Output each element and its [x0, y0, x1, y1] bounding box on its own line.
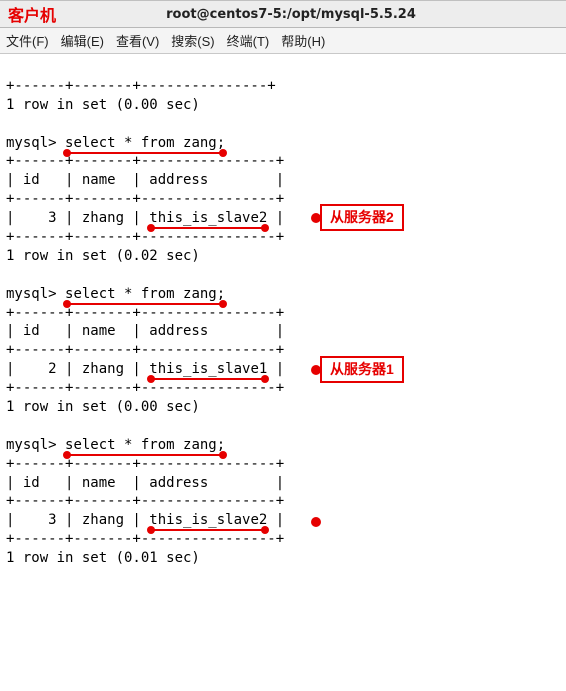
row-end: | — [267, 361, 284, 377]
address-cell: this_is_slave1 — [149, 361, 267, 380]
callout-slave1: 从服务器1 — [320, 356, 404, 383]
callout-pointer — [311, 365, 321, 375]
address-cell: this_is_slave2 — [149, 210, 267, 229]
window-titlebar: 客户机 root@centos7-5:/opt/mysql-5.5.24 — [0, 0, 566, 28]
row-separator: +------+-------+---------------+ — [6, 78, 276, 94]
table-header: | id | name | address | — [6, 475, 284, 491]
callout-slave2: 从服务器2 — [320, 204, 404, 231]
row-separator: +------+-------+----------------+ — [6, 191, 284, 207]
row-separator: +------+-------+----------------+ — [6, 380, 284, 396]
window-title: root@centos7-5:/opt/mysql-5.5.24 — [24, 7, 558, 22]
mysql-prompt: mysql> — [6, 135, 65, 151]
row-separator: +------+-------+----------------+ — [6, 342, 284, 358]
sql-query: select * from zang; — [65, 135, 225, 154]
table-row: | 2 | zhang | — [6, 361, 149, 377]
menu-file[interactable]: 文件(F) — [6, 31, 49, 50]
mysql-prompt: mysql> — [6, 437, 65, 453]
address-cell: this_is_slave2 — [149, 512, 267, 531]
sql-query: select * from zang; — [65, 286, 225, 305]
mysql-prompt: mysql> — [6, 286, 65, 302]
row-separator: +------+-------+----------------+ — [6, 456, 284, 472]
result-line: 1 row in set (0.00 sec) — [6, 399, 200, 415]
row-end: | — [267, 512, 284, 528]
menu-edit[interactable]: 编辑(E) — [61, 31, 104, 50]
menu-terminal[interactable]: 终端(T) — [227, 31, 270, 50]
terminal-output[interactable]: +------+-------+---------------+ 1 row i… — [0, 54, 566, 691]
result-line: 1 row in set (0.02 sec) — [6, 248, 200, 264]
menu-view[interactable]: 查看(V) — [116, 31, 159, 50]
table-header: | id | name | address | — [6, 323, 284, 339]
callout-pointer — [311, 517, 321, 527]
menu-search[interactable]: 搜索(S) — [171, 31, 214, 50]
table-header: | id | name | address | — [6, 172, 284, 188]
table-row: | 3 | zhang | — [6, 210, 149, 226]
row-separator: +------+-------+----------------+ — [6, 493, 284, 509]
row-separator: +------+-------+----------------+ — [6, 229, 284, 245]
row-separator: +------+-------+----------------+ — [6, 305, 284, 321]
sql-query: select * from zang; — [65, 437, 225, 456]
result-line: 1 row in set (0.01 sec) — [6, 550, 200, 566]
menubar: 文件(F) 编辑(E) 查看(V) 搜索(S) 终端(T) 帮助(H) — [0, 28, 566, 54]
row-separator: +------+-------+----------------+ — [6, 531, 284, 547]
row-separator: +------+-------+----------------+ — [6, 153, 284, 169]
row-end: | — [267, 210, 284, 226]
menu-help[interactable]: 帮助(H) — [281, 31, 325, 50]
result-line: 1 row in set (0.00 sec) — [6, 97, 200, 113]
table-row: | 3 | zhang | — [6, 512, 149, 528]
callout-pointer — [311, 213, 321, 223]
